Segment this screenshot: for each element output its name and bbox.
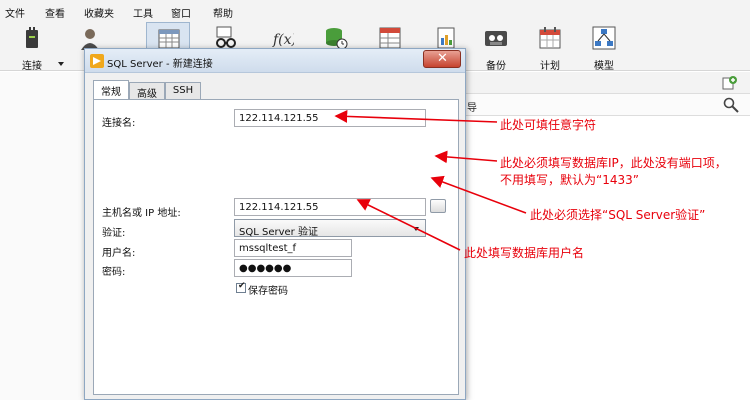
annotation-host-note-line1: 此处必须填写数据库IP，此处没有端口项，	[500, 156, 727, 170]
annotation-auth-note: 此处必须选择“SQL Server验证”	[530, 208, 706, 222]
annotation-name-note: 此处可填任意字符	[500, 118, 597, 132]
arrow-to-username	[356, 199, 461, 251]
arrow-to-connection-name	[334, 110, 498, 123]
arrow-to-host	[434, 150, 498, 164]
annotation-user-note: 此处填写数据库用户名	[464, 246, 585, 260]
annotation-arrows	[334, 110, 527, 251]
annotation-host-note-line2: 不用填写，默认为“1433”	[500, 173, 639, 187]
